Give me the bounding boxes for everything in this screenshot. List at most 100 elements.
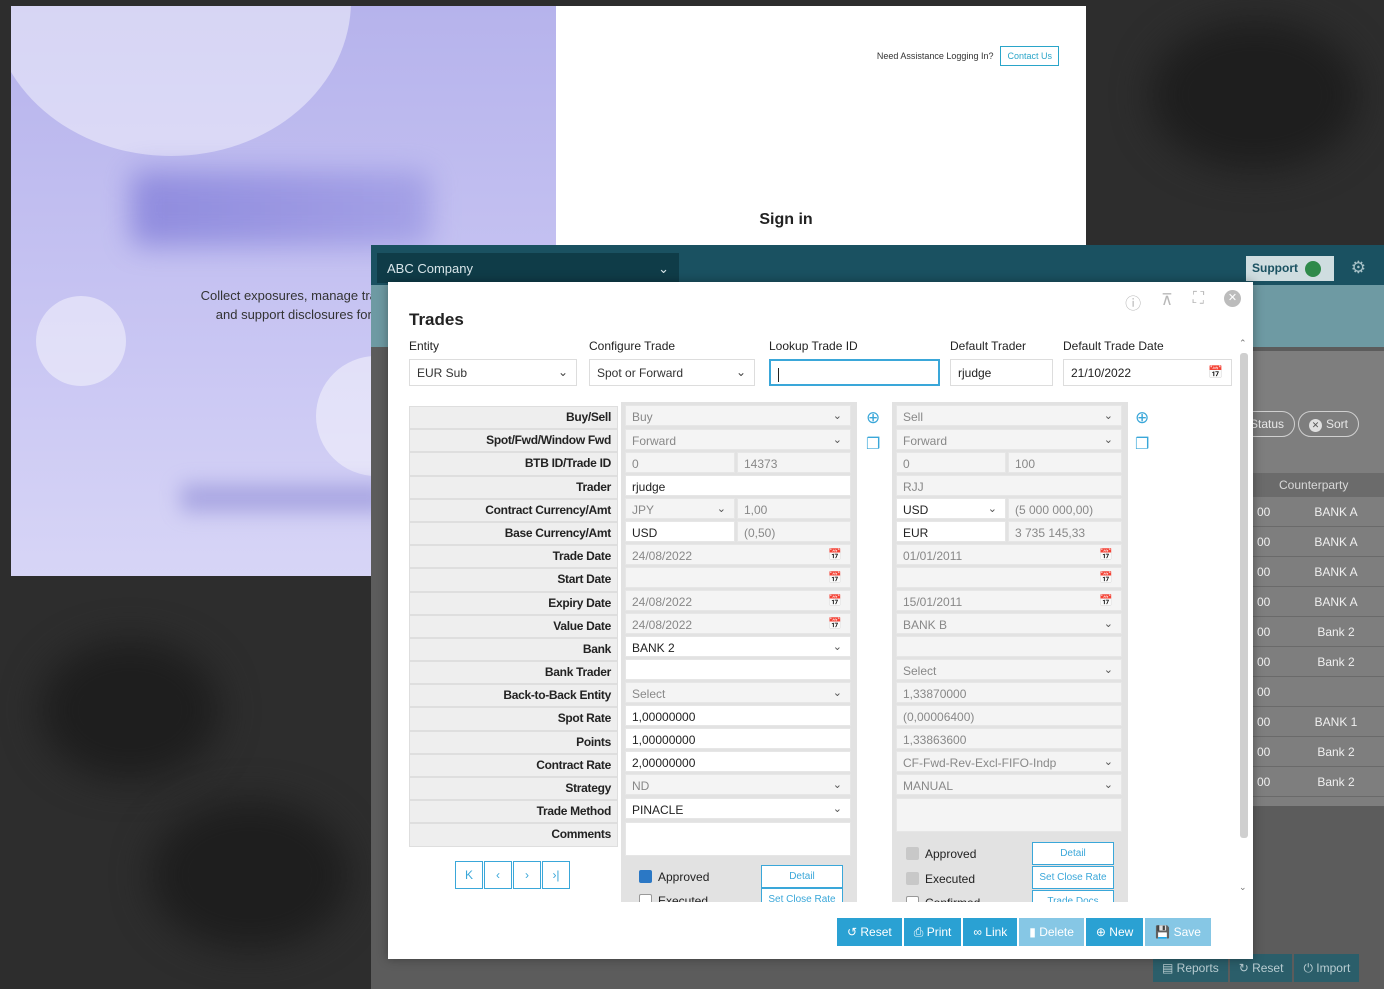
table-row[interactable]: 00 Bank 2: [1231, 737, 1384, 767]
reset-button[interactable]: ↺ Reset: [837, 918, 902, 946]
table-row[interactable]: 00 BANK 1: [1231, 707, 1384, 737]
detail-button[interactable]: Detail: [1032, 842, 1114, 865]
dialog-actions: ↺ Reset ⎙ Print ∞ Link ▮ Delete ⊕ New 💾 …: [837, 918, 1211, 946]
lookup-trade-id-input[interactable]: [769, 359, 940, 386]
table-row[interactable]: 00 Bank 2: [1231, 647, 1384, 677]
scroll-thumb[interactable]: [1240, 353, 1248, 838]
contract-rate-select[interactable]: CF-Fwd-Rev-Excl-FIFO-Indp ⌄: [896, 751, 1122, 772]
trader-field[interactable]: RJJ: [896, 475, 1122, 496]
table-row[interactable]: 00 BANK A: [1231, 557, 1384, 587]
value-date-field[interactable]: BANK B ⌄: [896, 613, 1122, 634]
contract-currency-select[interactable]: USD ⌄: [896, 498, 1006, 519]
base-currency-field[interactable]: USD: [625, 521, 735, 542]
trade-id-field[interactable]: 100: [1008, 452, 1122, 473]
confirmed-checkbox[interactable]: Confirmed: [906, 896, 980, 902]
trade-id-field[interactable]: 14373: [737, 452, 851, 473]
add-circle-icon[interactable]: ⊕: [1135, 408, 1149, 428]
points-field[interactable]: 1,33863600: [896, 728, 1122, 749]
executed-checkbox[interactable]: Executed: [639, 894, 708, 902]
set-close-rate-button[interactable]: Set Close Rate: [1032, 866, 1114, 889]
value-date-field[interactable]: 24/08/2022 📅: [625, 613, 851, 634]
set-close-rate-button[interactable]: Set Close Rate: [761, 888, 843, 902]
expiry-date-field[interactable]: 15/01/2011 📅: [896, 590, 1122, 611]
detail-button[interactable]: Detail: [761, 865, 843, 888]
executed-checkbox[interactable]: Executed: [906, 872, 975, 886]
table-row[interactable]: 00 BANK A: [1231, 527, 1384, 557]
new-button[interactable]: ⊕ New: [1085, 918, 1144, 946]
configure-trade-select[interactable]: Spot or Forward ⌄: [589, 359, 755, 386]
bank-select[interactable]: BANK 2 ⌄: [625, 636, 851, 657]
last-record-button[interactable]: ›|: [542, 861, 570, 889]
import-button[interactable]: ⏻ Import: [1294, 954, 1360, 982]
btb-id-field[interactable]: 0: [625, 452, 735, 473]
table-row[interactable]: 00: [1231, 677, 1384, 707]
points-field[interactable]: 1,00000000: [625, 728, 851, 749]
checkbox-icon: [906, 847, 919, 860]
strategy-select[interactable]: ND ⌄: [625, 774, 851, 795]
calendar-icon: 📅: [828, 572, 842, 584]
gear-icon[interactable]: ⚙: [1351, 258, 1366, 278]
entity-select[interactable]: EUR Sub ⌄: [409, 359, 577, 386]
next-record-button[interactable]: ›: [513, 861, 541, 889]
bank-trader-select[interactable]: Select ⌄: [896, 659, 1122, 680]
comments-textarea[interactable]: [625, 822, 851, 856]
default-trade-date-input[interactable]: 21/10/2022 📅: [1063, 359, 1232, 386]
first-record-button[interactable]: K: [455, 861, 483, 889]
contract-rate-field[interactable]: 2,00000000: [625, 751, 851, 772]
trade-docs-button[interactable]: Trade Docs: [1032, 890, 1114, 902]
base-amount-field[interactable]: 3 735 145,33: [1008, 521, 1122, 542]
print-button[interactable]: ⎙ Print: [903, 918, 962, 946]
background-blob: [150, 800, 350, 950]
copy-icon[interactable]: ❐: [866, 434, 880, 454]
save-button[interactable]: 💾 Save: [1145, 918, 1211, 946]
trader-field[interactable]: rjudge: [625, 475, 851, 496]
close-icon[interactable]: ✕: [1224, 290, 1241, 307]
add-circle-icon[interactable]: ⊕: [866, 408, 880, 428]
bank-trader-field[interactable]: [625, 659, 851, 680]
base-currency-field[interactable]: EUR: [896, 521, 1006, 542]
contract-amount-field[interactable]: (5 000 000,00): [1008, 498, 1122, 519]
spot-fwd-select[interactable]: Forward ⌄: [896, 429, 1122, 450]
table-row[interactable]: 00 BANK A: [1231, 587, 1384, 617]
dialog-scrollbar[interactable]: ⌃ ⌄: [1238, 338, 1249, 897]
strategy-select[interactable]: MANUAL ⌄: [896, 774, 1122, 795]
btb-id-field[interactable]: 0: [896, 452, 1006, 473]
contract-currency-select[interactable]: JPY ⌄: [625, 498, 735, 519]
start-date-field[interactable]: 📅: [625, 567, 851, 588]
expiry-date-field[interactable]: 24/08/2022 📅: [625, 590, 851, 611]
copy-icon[interactable]: ❐: [1135, 434, 1149, 454]
base-amount-field[interactable]: (0,50): [737, 521, 851, 542]
delete-button[interactable]: ▮ Delete: [1019, 918, 1084, 946]
table-row[interactable]: 00 Bank 2: [1231, 617, 1384, 647]
link-button[interactable]: ∞ Link: [963, 918, 1018, 946]
support-button[interactable]: Support: [1246, 256, 1334, 281]
prev-record-button[interactable]: ‹: [484, 861, 512, 889]
trade-date-field[interactable]: 24/08/2022 📅: [625, 544, 851, 565]
spot-fwd-select[interactable]: Forward ⌄: [625, 429, 851, 450]
trade-leg-2: Sell ⌄ Forward ⌄ 0 100 RJJ USD ⌄ (5 000 000,00) EU…: [892, 402, 1128, 902]
contact-us-button[interactable]: Contact Us: [1000, 46, 1059, 66]
collapse-icon[interactable]: ⊼: [1161, 290, 1173, 314]
spot-rate-field[interactable]: 1,00000000: [625, 705, 851, 726]
spot-rate-field[interactable]: (0,00006400): [896, 705, 1122, 726]
trade-date-field[interactable]: 01/01/2011 📅: [896, 544, 1122, 565]
bank-field[interactable]: [896, 636, 1122, 657]
table-row[interactable]: 00 BANK A: [1231, 497, 1384, 527]
trade-method-select[interactable]: PINACLE ⌄: [625, 798, 851, 819]
company-select[interactable]: ABC Company ⌄: [377, 253, 679, 283]
btb-entity-select[interactable]: Select ⌄: [625, 682, 851, 703]
btb-entity-field[interactable]: 1,33870000: [896, 682, 1122, 703]
fullscreen-icon[interactable]: ⛶: [1193, 290, 1204, 314]
approved-checkbox[interactable]: Approved: [639, 870, 709, 884]
sort-button[interactable]: ✕ Sort: [1298, 411, 1360, 437]
help-icon[interactable]: ⓘ: [1125, 290, 1141, 314]
contract-amount-field[interactable]: 1,00: [737, 498, 851, 519]
buy-sell-select[interactable]: Sell ⌄: [896, 405, 1122, 426]
approved-checkbox[interactable]: Approved: [906, 847, 976, 861]
counterparty-header[interactable]: Counterparty: [1279, 478, 1348, 492]
start-date-field[interactable]: 📅: [896, 567, 1122, 588]
buy-sell-select[interactable]: Buy ⌄: [625, 405, 851, 426]
table-row[interactable]: 00 Bank 2: [1231, 767, 1384, 797]
comments-textarea[interactable]: [896, 798, 1122, 832]
default-trader-input[interactable]: rjudge: [950, 359, 1053, 386]
